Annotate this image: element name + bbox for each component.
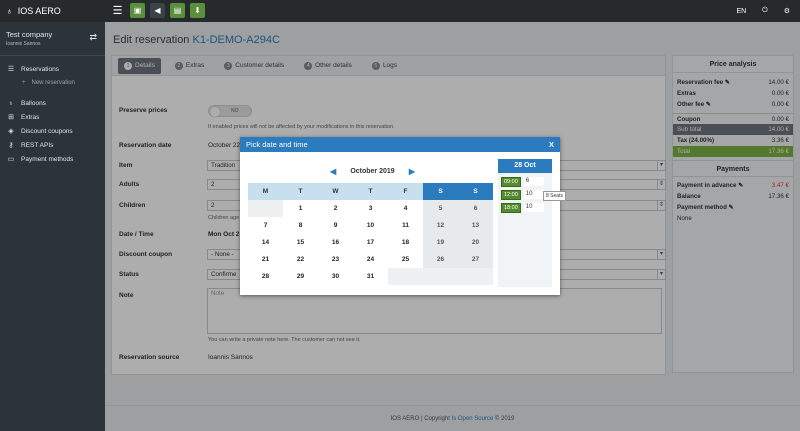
sidebar-item-discount-coupons[interactable]: ◈ Discount coupons bbox=[0, 124, 105, 138]
document-button[interactable]: ▤ bbox=[170, 3, 185, 18]
back-button[interactable]: ◀ bbox=[150, 3, 165, 18]
brand[interactable]: ♁ IOS AERO bbox=[6, 0, 61, 22]
calendar-day[interactable]: 25 bbox=[388, 251, 423, 268]
calendar-day[interactable]: 27 bbox=[458, 251, 493, 268]
calendar-day[interactable]: 22 bbox=[283, 251, 318, 268]
calendar-day[interactable]: 3 bbox=[353, 200, 388, 217]
key-icon: ⚷ bbox=[8, 142, 14, 149]
sidebar-item-payment-methods[interactable]: ▭ Payment methods bbox=[0, 152, 105, 166]
next-month-icon[interactable]: ▶ bbox=[409, 167, 415, 176]
calendar-empty-cell bbox=[423, 268, 458, 285]
weekday-header: S bbox=[423, 183, 458, 200]
calendar-day[interactable]: 17 bbox=[353, 234, 388, 251]
calendar-day[interactable]: 18 bbox=[388, 234, 423, 251]
time-slot[interactable]: 09:00 6 bbox=[501, 176, 549, 187]
weekday-header: T bbox=[353, 183, 388, 200]
calendar-day[interactable]: 19 bbox=[423, 234, 458, 251]
back-arrow-icon: ◀ bbox=[154, 6, 161, 15]
date-time-picker-dialog: Pick date and time X ◀ October 2019 ▶ MT… bbox=[240, 137, 566, 295]
calendar-day[interactable]: 9 bbox=[318, 217, 353, 234]
switch-icon[interactable]: ⇄ bbox=[89, 32, 97, 43]
selected-day: 28 Oct bbox=[498, 159, 552, 173]
card-icon: ▭ bbox=[7, 156, 15, 163]
sidebar-item-extras[interactable]: ⊞ Extras bbox=[0, 110, 105, 124]
weekday-header: M bbox=[248, 183, 283, 200]
download-icon: ⬇ bbox=[194, 6, 201, 15]
tag-icon: ◈ bbox=[8, 128, 14, 135]
close-button[interactable]: X bbox=[549, 137, 554, 152]
save-button[interactable]: ▣ bbox=[130, 3, 145, 18]
balloon-icon: ♁ bbox=[6, 6, 13, 16]
calendar-day[interactable]: 14 bbox=[248, 234, 283, 251]
list-icon: ☰ bbox=[7, 66, 15, 73]
prev-month-icon[interactable]: ◀ bbox=[330, 167, 336, 176]
power-icon[interactable]: ⏻ bbox=[762, 7, 768, 15]
download-button[interactable]: ⬇ bbox=[190, 3, 205, 18]
company-name: Test company bbox=[6, 30, 53, 39]
calendar-day[interactable]: 1 bbox=[283, 200, 318, 217]
gear-icon[interactable]: ⚙ bbox=[784, 7, 790, 15]
calendar-empty-cell bbox=[458, 268, 493, 285]
time-slots-panel: 28 Oct 09:00 6 12:00 10 18:00 10 bbox=[498, 159, 552, 287]
toolbar: ☰ ▣ ◀ ▤ ⬇ bbox=[110, 3, 205, 18]
calendar-day[interactable]: 15 bbox=[283, 234, 318, 251]
calendar-empty-cell bbox=[248, 200, 283, 217]
calendar-grid: M T W T F S S 1 2 3 4 5 6 7 8 9 10 11 12 13 14 15 16 17 18 19 20 21… bbox=[248, 183, 493, 285]
calendar-day[interactable]: 16 bbox=[318, 234, 353, 251]
calendar-day[interactable]: 7 bbox=[248, 217, 283, 234]
calendar-day[interactable]: 21 bbox=[248, 251, 283, 268]
weekday-header: W bbox=[318, 183, 353, 200]
calendar-day[interactable]: 6 bbox=[458, 200, 493, 217]
calendar-day[interactable]: 23 bbox=[318, 251, 353, 268]
calendar-day[interactable]: 2 bbox=[318, 200, 353, 217]
month-label: October 2019 bbox=[350, 168, 395, 175]
seats-tooltip: 8 Seats bbox=[543, 191, 566, 201]
calendar-day[interactable]: 31 bbox=[353, 268, 388, 285]
picker-title: Pick date and time bbox=[246, 140, 308, 149]
calendar-day[interactable]: 10 bbox=[353, 217, 388, 234]
weekday-header: F bbox=[388, 183, 423, 200]
language-selector[interactable]: EN bbox=[736, 8, 746, 15]
calendar-empty-cell bbox=[388, 268, 423, 285]
save-icon: ▣ bbox=[133, 6, 142, 15]
month-navigation: ◀ October 2019 ▶ bbox=[330, 167, 415, 176]
calendar-day[interactable]: 24 bbox=[353, 251, 388, 268]
calendar-day[interactable]: 8 bbox=[283, 217, 318, 234]
calendar-day[interactable]: 30 bbox=[318, 268, 353, 285]
brand-name: IOS AERO bbox=[17, 6, 61, 16]
plus-icon: + bbox=[22, 80, 26, 86]
calendar-day[interactable]: 29 bbox=[283, 268, 318, 285]
calendar-day[interactable]: 12 bbox=[423, 217, 458, 234]
user-name: Ioannis Sannos bbox=[6, 41, 41, 47]
plus-square-icon: ⊞ bbox=[8, 114, 14, 121]
weekday-header: T bbox=[283, 183, 318, 200]
time-slot[interactable]: 12:00 10 bbox=[501, 189, 549, 200]
sidebar-item-rest-apis[interactable]: ⚷ REST APIs bbox=[0, 138, 105, 152]
menu-icon[interactable]: ☰ bbox=[110, 3, 125, 18]
calendar-day[interactable]: 13 bbox=[458, 217, 493, 234]
sidebar-item-reservations[interactable]: ☰ Reservations bbox=[0, 62, 105, 76]
calendar-day[interactable]: 28 bbox=[248, 268, 283, 285]
weekday-header: S bbox=[458, 183, 493, 200]
sidebar-item-new-reservation[interactable]: + New reservation bbox=[0, 76, 105, 90]
company-block: Test company Ioannis Sannos ⇄ bbox=[0, 22, 105, 56]
calendar-day[interactable]: 4 bbox=[388, 200, 423, 217]
time-slot[interactable]: 18:00 10 bbox=[501, 202, 549, 213]
picker-header: Pick date and time X bbox=[240, 137, 560, 152]
calendar-day[interactable]: 11 bbox=[388, 217, 423, 234]
balloon-icon: ♁ bbox=[8, 99, 14, 107]
calendar-day[interactable]: 20 bbox=[458, 234, 493, 251]
calendar-day[interactable]: 5 bbox=[423, 200, 458, 217]
sidebar-item-balloons[interactable]: ♁ Balloons bbox=[0, 96, 105, 110]
calendar-day[interactable]: 26 bbox=[423, 251, 458, 268]
top-bar: ♁ IOS AERO ☰ ▣ ◀ ▤ ⬇ EN ⏻ ⚙ bbox=[0, 0, 800, 22]
sidebar: Test company Ioannis Sannos ⇄ ☰ Reservati… bbox=[0, 22, 105, 431]
document-icon: ▤ bbox=[173, 6, 182, 15]
